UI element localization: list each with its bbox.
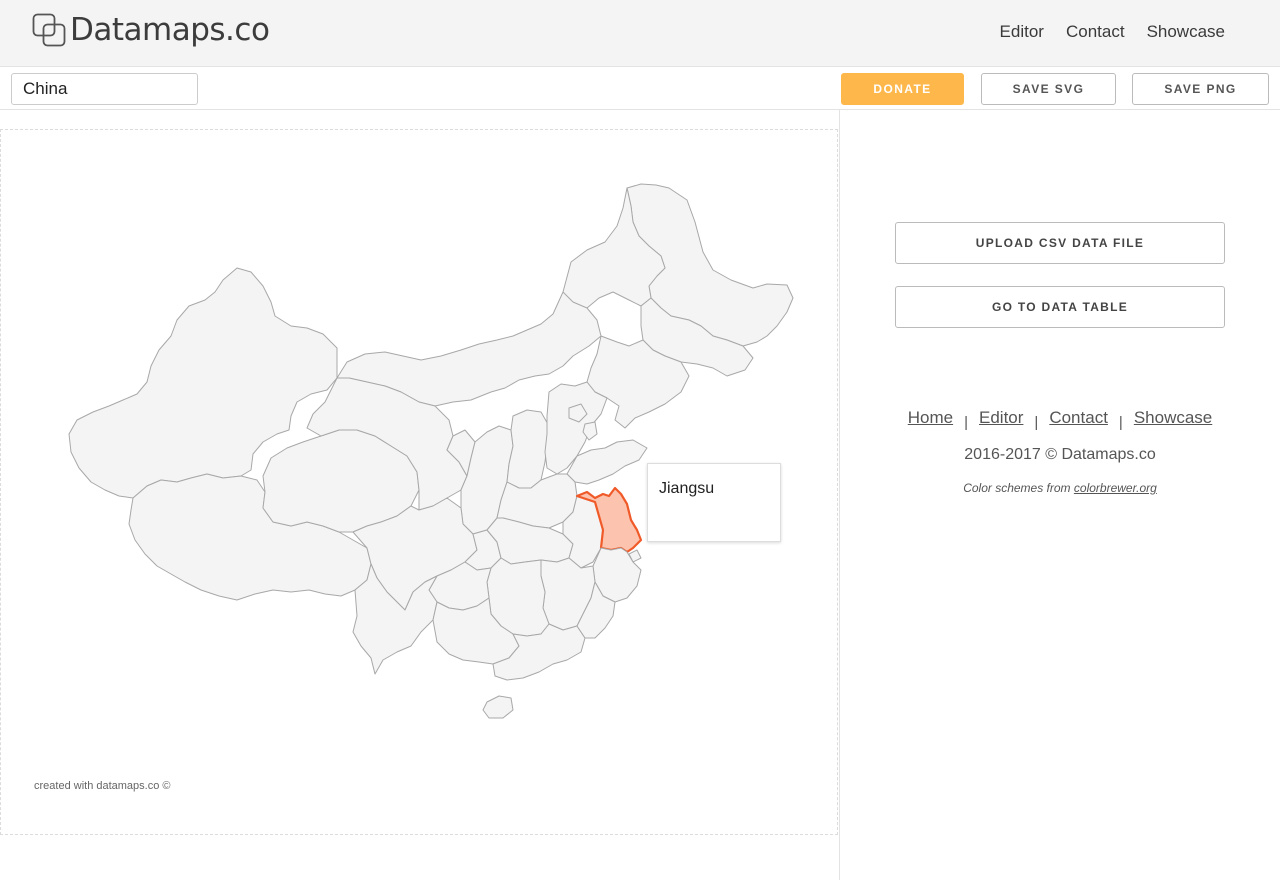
logo[interactable]: Datamaps.co bbox=[32, 12, 270, 48]
nav-contact[interactable]: Contact bbox=[1066, 22, 1125, 42]
footer-nav: Home | Editor | Contact | Showcase bbox=[895, 408, 1225, 431]
map-canvas: created with datamaps.co © Jiangsu bbox=[0, 129, 838, 835]
data-table-button[interactable]: GO TO DATA TABLE bbox=[895, 286, 1225, 328]
panel-divider bbox=[839, 110, 840, 880]
region-tooltip: Jiangsu bbox=[647, 463, 781, 542]
nav-editor[interactable]: Editor bbox=[1000, 22, 1044, 42]
colorbrewer-link[interactable]: colorbrewer.org bbox=[1074, 481, 1157, 495]
footer-link-showcase[interactable]: Showcase bbox=[1134, 408, 1212, 428]
app-header: Datamaps.co Editor Contact Showcase bbox=[0, 0, 1280, 67]
region-hainan[interactable] bbox=[482, 695, 514, 719]
footer-link-editor[interactable]: Editor bbox=[979, 408, 1023, 428]
tooltip-label: Jiangsu bbox=[659, 480, 715, 497]
logo-icon bbox=[32, 13, 66, 47]
copyright-text: 2016-2017 © Datamaps.co bbox=[964, 446, 1156, 463]
schemes-prefix: Color schemes from bbox=[963, 481, 1074, 495]
color-schemes-note: Color schemes from colorbrewer.org bbox=[895, 481, 1225, 495]
logo-text: Datamaps.co bbox=[70, 12, 270, 48]
footer-link-contact[interactable]: Contact bbox=[1049, 408, 1108, 428]
upload-csv-button[interactable]: UPLOAD CSV DATA FILE bbox=[895, 222, 1225, 264]
footer-link-home[interactable]: Home bbox=[908, 408, 953, 428]
footer-separator: | bbox=[1118, 414, 1123, 431]
footer-separator: | bbox=[1034, 414, 1039, 431]
region-shanxi[interactable] bbox=[506, 409, 550, 489]
map-search-input[interactable] bbox=[11, 73, 198, 105]
donate-button[interactable]: DONATE bbox=[841, 73, 964, 105]
save-png-button[interactable]: SAVE PNG bbox=[1132, 73, 1269, 105]
top-nav: Editor Contact Showcase bbox=[1000, 22, 1225, 42]
save-svg-button[interactable]: SAVE SVG bbox=[981, 73, 1116, 105]
nav-showcase[interactable]: Showcase bbox=[1147, 22, 1225, 42]
footer-separator: | bbox=[964, 414, 968, 431]
toolbar: DONATE SAVE SVG SAVE PNG bbox=[0, 67, 1280, 110]
map-credit: created with datamaps.co © bbox=[34, 780, 171, 792]
